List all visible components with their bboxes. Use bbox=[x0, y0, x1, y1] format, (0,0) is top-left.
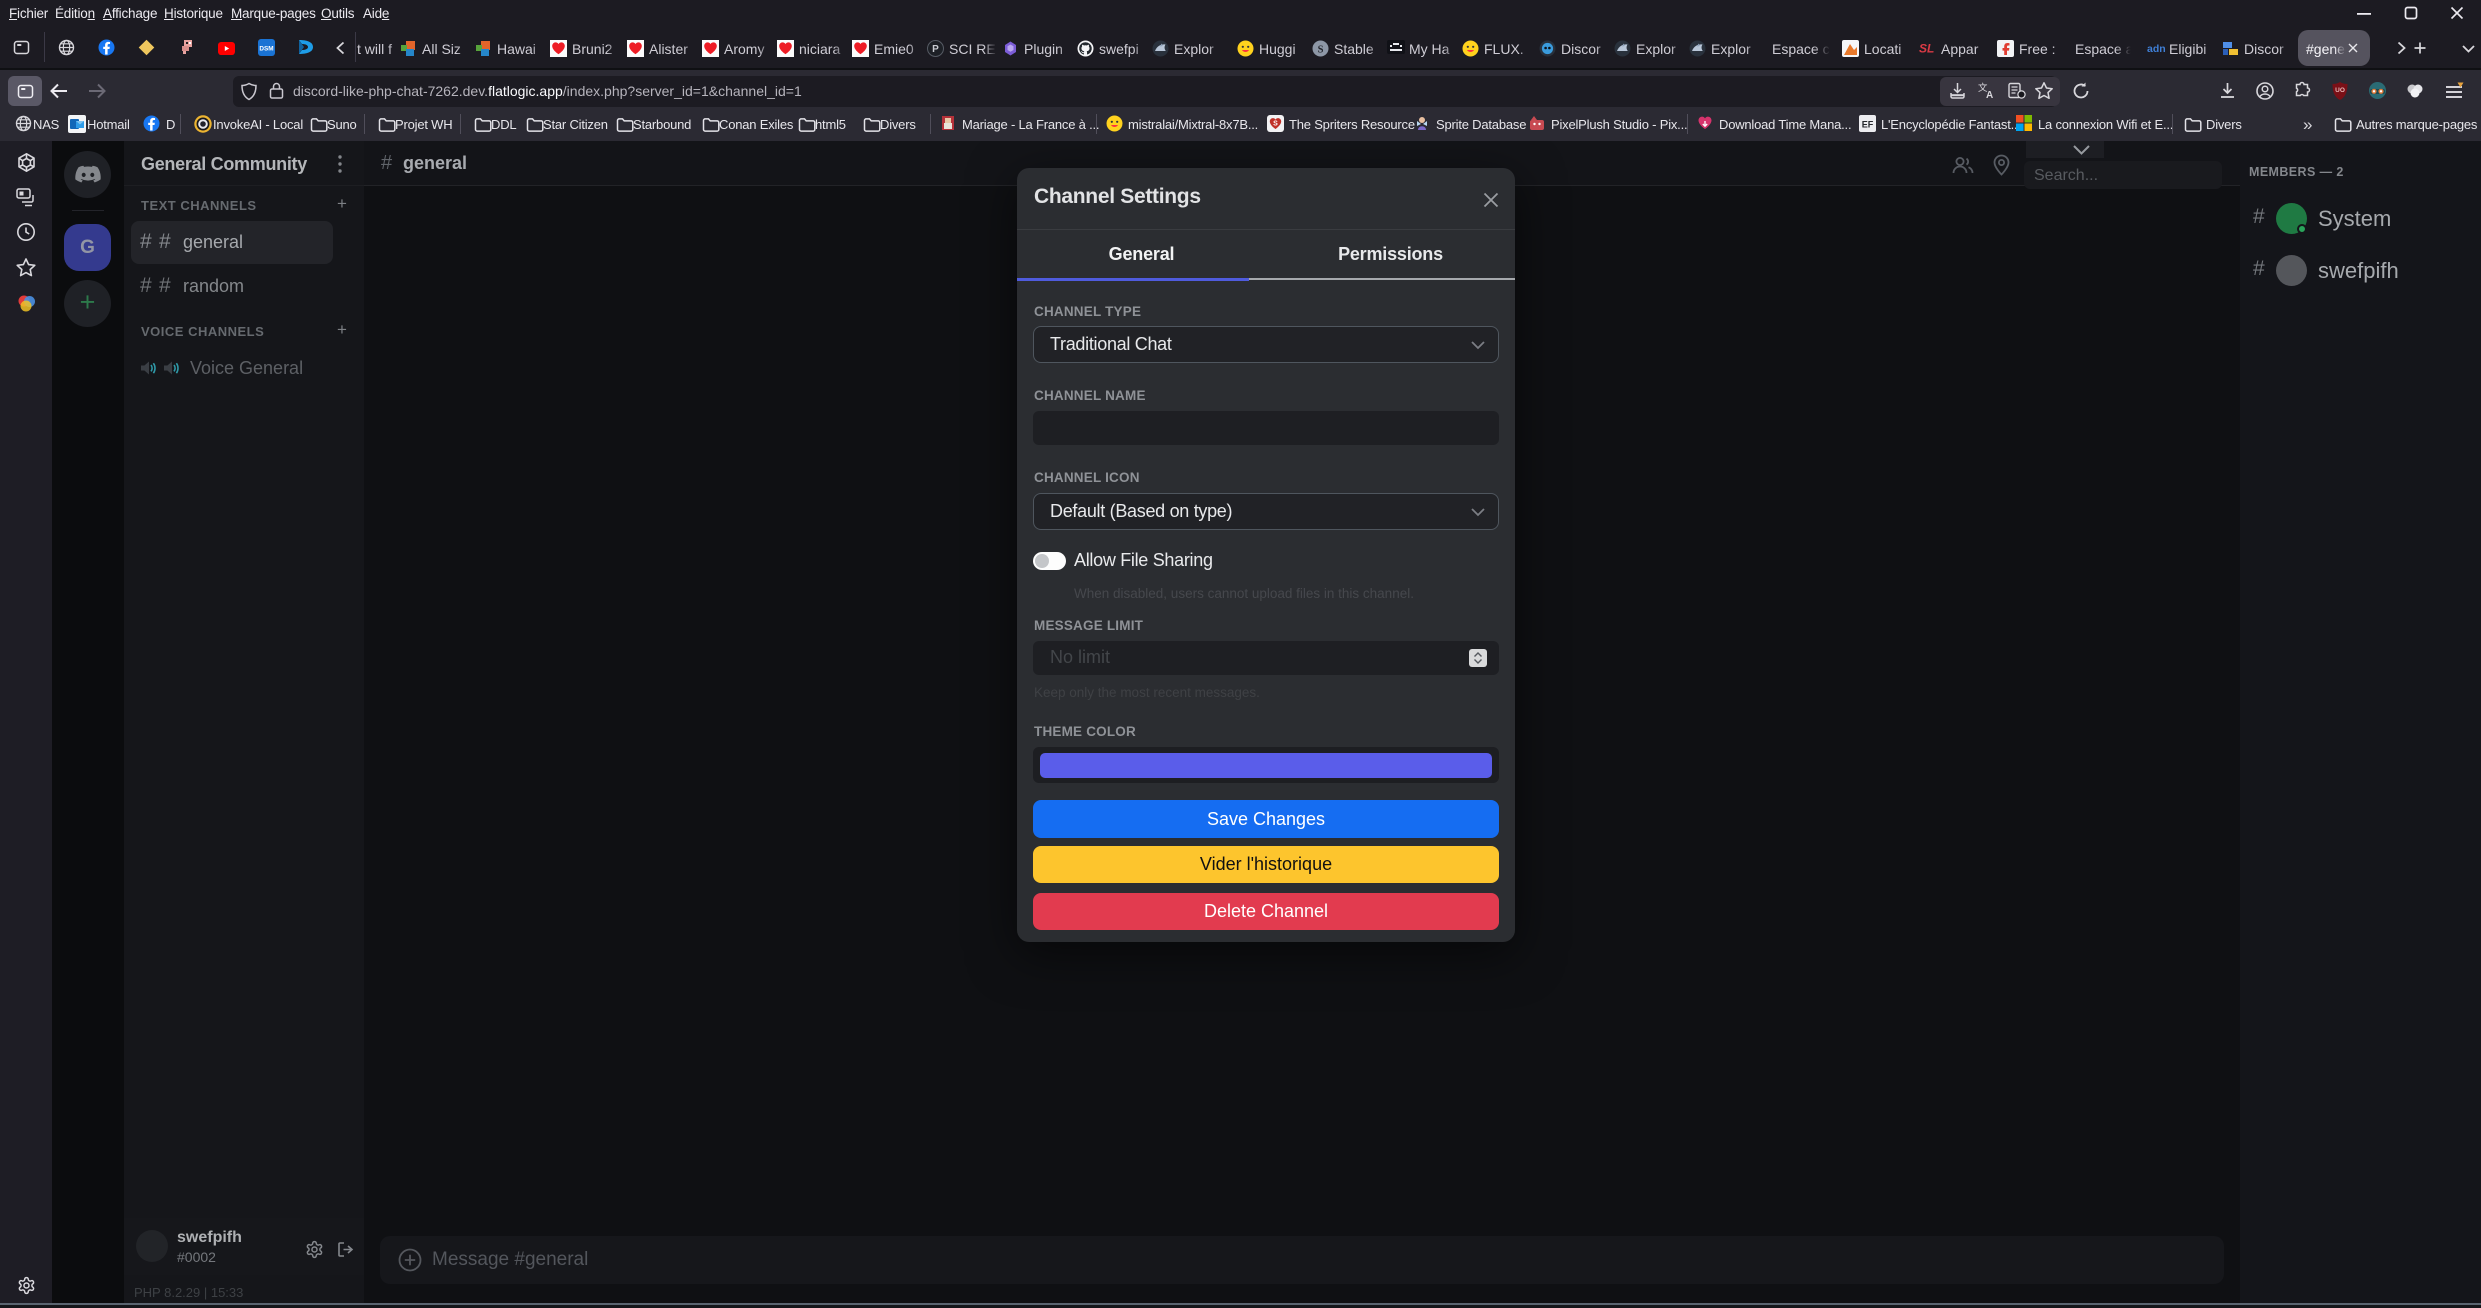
svg-text:P: P bbox=[932, 44, 939, 55]
svg-text:A: A bbox=[1986, 90, 1993, 100]
svg-text:UO: UO bbox=[2335, 87, 2345, 94]
svg-text:S: S bbox=[1318, 44, 1324, 55]
svg-text:adn: adn bbox=[2147, 43, 2166, 55]
svg-text:S: S bbox=[1273, 121, 1278, 128]
svg-text:EF: EF bbox=[1862, 119, 1874, 129]
svg-text:SL: SL bbox=[1919, 42, 1934, 56]
svg-text:DSM: DSM bbox=[259, 46, 273, 53]
